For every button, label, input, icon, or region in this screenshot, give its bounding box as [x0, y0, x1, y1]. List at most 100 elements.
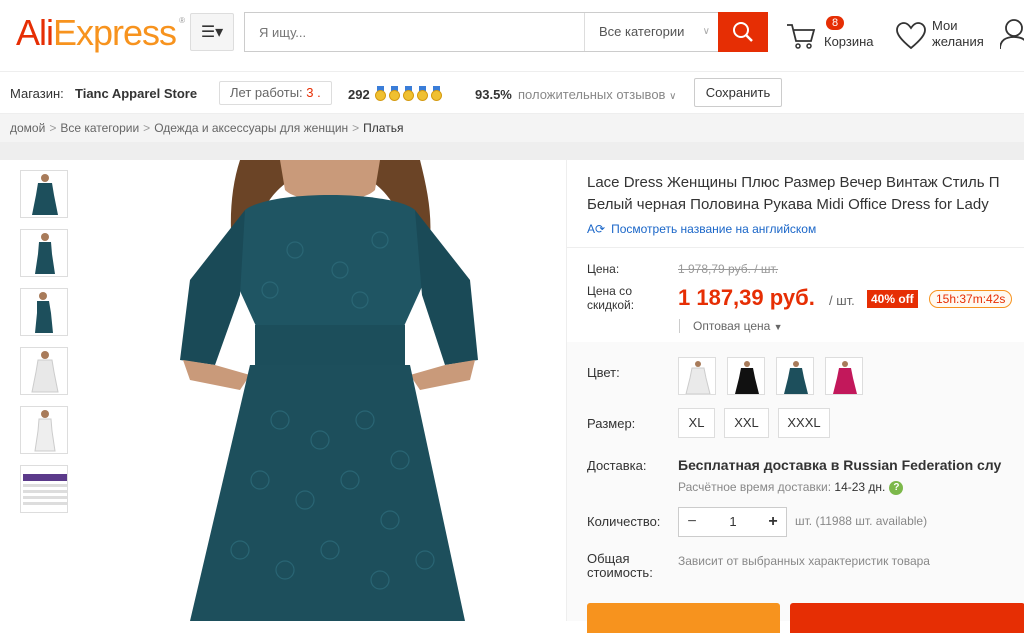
breadcrumb-separator: > [49, 121, 57, 135]
account-link[interactable] [999, 16, 1024, 55]
breadcrumb: домой > Все категории > Одежда и аксессуары … [0, 114, 1024, 142]
cart-link[interactable]: 8 Корзина [786, 16, 886, 56]
total-cost-label: Общая стоимость: [587, 552, 657, 580]
search-icon [733, 22, 753, 42]
product-info-panel: Lace Dress Женщины Плюс Размер Вечер Вин… [566, 160, 1024, 633]
store-medals [375, 86, 442, 101]
divider [567, 247, 1024, 248]
menu-icon: ☰▾ [200, 24, 224, 41]
available-quantity: шт. (11988 шт. available) [795, 514, 928, 528]
positive-feedback-label: положительных отзывов [518, 87, 666, 102]
buy-now-button[interactable] [587, 603, 780, 633]
cart-label: Корзина [824, 34, 874, 49]
discount-badge: 40% off [867, 290, 918, 308]
size-option-xxl[interactable]: XXL [724, 408, 769, 438]
translate-icon: A⟳ [587, 222, 606, 236]
help-icon[interactable]: ? [889, 480, 904, 495]
category-menu-button[interactable]: ☰▾ [190, 13, 234, 51]
delivery-time: Расчётное время доставки: 14-23 дн.? [678, 480, 904, 495]
price-unit: / шт. [829, 293, 855, 308]
color-swatch-pink[interactable] [825, 357, 863, 395]
aliexpress-logo[interactable]: AliExpress ® [16, 12, 185, 54]
translate-title-label: Посмотреть название на английском [611, 222, 817, 236]
old-price: 1 978,79 руб. / шт. [678, 262, 779, 276]
color-swatch-white[interactable] [678, 357, 716, 395]
search-bar: Все категории ∨ [244, 12, 768, 52]
add-to-cart-button[interactable] [790, 603, 1024, 633]
size-option-xxxl[interactable]: XXXL [778, 408, 830, 438]
dress-model-image [180, 160, 478, 621]
breadcrumb-dresses[interactable]: Платья [363, 121, 403, 135]
delivery-country-link[interactable]: Russian Federation слу [839, 457, 1001, 473]
dress-thumbnail-image [35, 292, 53, 333]
store-years-label: Лет работы: [230, 85, 303, 100]
delivery-label: Доставка: [587, 458, 647, 473]
dress-thumbnail-image [32, 174, 58, 215]
thumbnail-4[interactable] [20, 347, 68, 395]
logo-ali: Ali [16, 12, 54, 53]
thumbnail-2[interactable] [20, 229, 68, 277]
breadcrumb-separator: > [352, 121, 360, 135]
search-input[interactable] [245, 13, 583, 51]
logo-trademark: ® [179, 16, 185, 25]
thumbnail-size-chart[interactable] [20, 465, 68, 513]
size-chart-thumbnail-image [23, 474, 67, 505]
search-button[interactable] [718, 12, 768, 52]
chevron-down-icon: ∨ [669, 91, 677, 102]
thumbnail-1[interactable] [20, 170, 68, 218]
chevron-down-icon: ∨ [702, 26, 710, 37]
white-dress-swatch-image [685, 361, 711, 394]
quantity-stepper: − 1 + [678, 507, 787, 537]
pink-dress-swatch-image [833, 361, 857, 394]
black-dress-swatch-image [735, 361, 759, 394]
cart-count-badge: 8 [826, 16, 845, 30]
total-cost-label-line2: стоимость: [587, 565, 653, 580]
color-swatch-black[interactable] [727, 357, 765, 395]
delivery-time-value: 14-23 дн. [834, 480, 886, 494]
product-title-line2: Белый черная Половина Рукава Midi Office… [587, 196, 989, 213]
color-swatch-teal[interactable] [776, 357, 814, 395]
total-cost-label-line1: Общая [587, 551, 630, 566]
translate-title-link[interactable]: A⟳ Посмотреть название на английском [587, 222, 816, 236]
thumbnail-3[interactable] [20, 288, 68, 336]
quantity-input[interactable]: 1 [705, 508, 761, 536]
quantity-decrease-button[interactable]: − [679, 508, 705, 536]
store-score: 292 [348, 87, 370, 102]
save-store-button[interactable]: Сохранить [694, 78, 782, 107]
wishlist-link[interactable]: Мои желания [896, 16, 992, 56]
wholesale-price-dropdown[interactable]: Оптовая цена ▼ [679, 319, 783, 333]
store-bar: Магазин: Tianc Apparel Store Лет работы:… [0, 72, 1024, 114]
breadcrumb-all-categories[interactable]: Все категории [60, 121, 139, 135]
size-label: Размер: [587, 416, 636, 431]
breadcrumb-women-clothing[interactable]: Одежда и аксессуары для женщин [154, 121, 348, 135]
delivery-info: Бесплатная доставка в Russian Federation… [678, 457, 1001, 473]
medal-icon [375, 86, 386, 101]
thumbnail-5[interactable] [20, 406, 68, 454]
breadcrumb-home[interactable]: домой [10, 121, 45, 135]
quantity-label: Количество: [587, 514, 661, 529]
discount-price-label: Цена со скидкой: [587, 284, 657, 312]
user-icon [999, 19, 1024, 50]
dress-thumbnail-image [31, 351, 59, 393]
delivery-free-text: Бесплатная доставка в [678, 457, 840, 473]
main-product-image[interactable] [80, 160, 566, 621]
size-option-xl[interactable]: XL [678, 408, 715, 438]
category-select-label: Все категории [599, 24, 685, 39]
medal-icon [403, 86, 414, 101]
positive-feedback-dropdown[interactable]: положительных отзывов ∨ [518, 87, 676, 102]
wholesale-price-label: Оптовая цена [693, 319, 771, 333]
category-select[interactable]: Все категории ∨ [584, 13, 720, 51]
medal-icon [417, 86, 428, 101]
dress-thumbnail-image [34, 410, 56, 452]
quantity-increase-button[interactable]: + [760, 508, 786, 536]
store-label: Магазин: [10, 86, 64, 101]
store-name-link[interactable]: Tianc Apparel Store [75, 86, 197, 101]
wishlist-label-line1: Мои [932, 18, 958, 33]
medal-icon [389, 86, 400, 101]
product-title: Lace Dress Женщины Плюс Размер Вечер Вин… [587, 172, 1024, 216]
total-cost-value: Зависит от выбранных характеристик товар… [678, 554, 930, 568]
teal-dress-swatch-image [784, 361, 808, 394]
discount-price: 1 187,39 руб. [678, 285, 815, 310]
countdown-timer: 15h:37m:42s [929, 290, 1013, 308]
delivery-time-label: Расчётное время доставки: [678, 480, 832, 494]
